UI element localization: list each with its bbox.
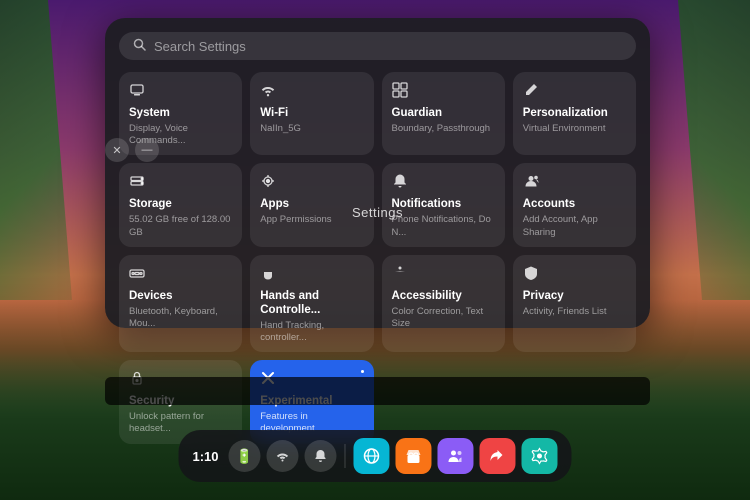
settings-panel: Search Settings SystemDisplay, Voice Com… (105, 18, 650, 328)
settings-item-accounts[interactable]: Accounts Add Account, App Sharing (513, 163, 636, 246)
storage-icon (129, 173, 232, 194)
privacy-title: Privacy (523, 290, 626, 304)
settings-app-icon[interactable] (522, 438, 558, 474)
home-app-icon[interactable] (354, 438, 390, 474)
system-title: System (129, 107, 232, 121)
accounts-subtitle: Add Account, App Sharing (523, 214, 626, 239)
hands-icon (260, 265, 363, 286)
window-controls: ✕ — (105, 138, 159, 162)
close-button[interactable]: ✕ (105, 138, 129, 162)
personalization-title: Personalization (523, 107, 626, 121)
settings-item-storage[interactable]: Storage 55.02 GB free of 128.00 GB (119, 163, 242, 246)
settings-item-privacy[interactable]: Privacy Activity, Friends List (513, 255, 636, 352)
notification-taskbar-icon (305, 440, 337, 472)
store-app-icon[interactable] (396, 438, 432, 474)
accessibility-subtitle: Color Correction, Text Size (392, 306, 495, 331)
apps-title: Apps (260, 198, 363, 212)
settings-item-personalization[interactable]: Personalization Virtual Environment (513, 72, 636, 155)
minimize-button[interactable]: — (135, 138, 159, 162)
search-placeholder: Search Settings (154, 39, 246, 54)
privacy-subtitle: Activity, Friends List (523, 306, 626, 318)
taskbar-time: 1:10 (192, 449, 218, 464)
media-bar (105, 377, 650, 405)
wifi-taskbar-icon (267, 440, 299, 472)
share-app-icon[interactable] (480, 438, 516, 474)
devices-title: Devices (129, 290, 232, 304)
storage-subtitle: 55.02 GB free of 128.00 GB (129, 214, 232, 239)
devices-subtitle: Bluetooth, Keyboard, Mou... (129, 306, 232, 331)
apps-icon (260, 173, 363, 194)
battery-icon: 🔋 (229, 440, 261, 472)
system-icon (129, 82, 232, 103)
hands-subtitle: Hand Tracking, controller... (260, 320, 363, 345)
guardian-subtitle: Boundary, Passthrough (392, 123, 495, 135)
palm-left (0, 0, 120, 300)
people-app-icon[interactable] (438, 438, 474, 474)
settings-item-devices[interactable]: Devices Bluetooth, Keyboard, Mou... (119, 255, 242, 352)
notifications-title: Notifications (392, 198, 495, 212)
settings-item-accessibility[interactable]: Accessibility Color Correction, Text Size (382, 255, 505, 352)
personalization-icon (523, 82, 626, 103)
taskbar: 1:10 🔋 (178, 430, 571, 482)
settings-item-wifi[interactable]: Wi-Fi NaIIn_5G (250, 72, 373, 155)
notifications-subtitle: Phone Notifications, Do N... (392, 214, 495, 239)
devices-icon (129, 265, 232, 286)
wifi-icon (260, 82, 363, 103)
accessibility-icon (392, 265, 495, 286)
search-bar[interactable]: Search Settings (119, 32, 636, 60)
settings-item-guardian[interactable]: Guardian Boundary, Passthrough (382, 72, 505, 155)
storage-title: Storage (129, 198, 232, 212)
settings-item-hands[interactable]: Hands and Controlle...Hand Tracking, con… (250, 255, 373, 352)
guardian-icon (392, 82, 495, 103)
notifications-icon (392, 173, 495, 194)
privacy-icon (523, 265, 626, 286)
settings-label: Settings (352, 205, 403, 220)
personalization-subtitle: Virtual Environment (523, 123, 626, 135)
guardian-title: Guardian (392, 107, 495, 121)
accounts-icon (523, 173, 626, 194)
wifi-subtitle: NaIIn_5G (260, 123, 363, 135)
accounts-title: Accounts (523, 198, 626, 212)
apps-subtitle: App Permissions (260, 214, 363, 226)
search-icon (133, 38, 146, 54)
taskbar-separator (345, 444, 346, 468)
wifi-title: Wi-Fi (260, 107, 363, 121)
hands-title: Hands and Controlle... (260, 290, 363, 318)
experimental-dot (359, 368, 366, 375)
accessibility-title: Accessibility (392, 290, 495, 304)
